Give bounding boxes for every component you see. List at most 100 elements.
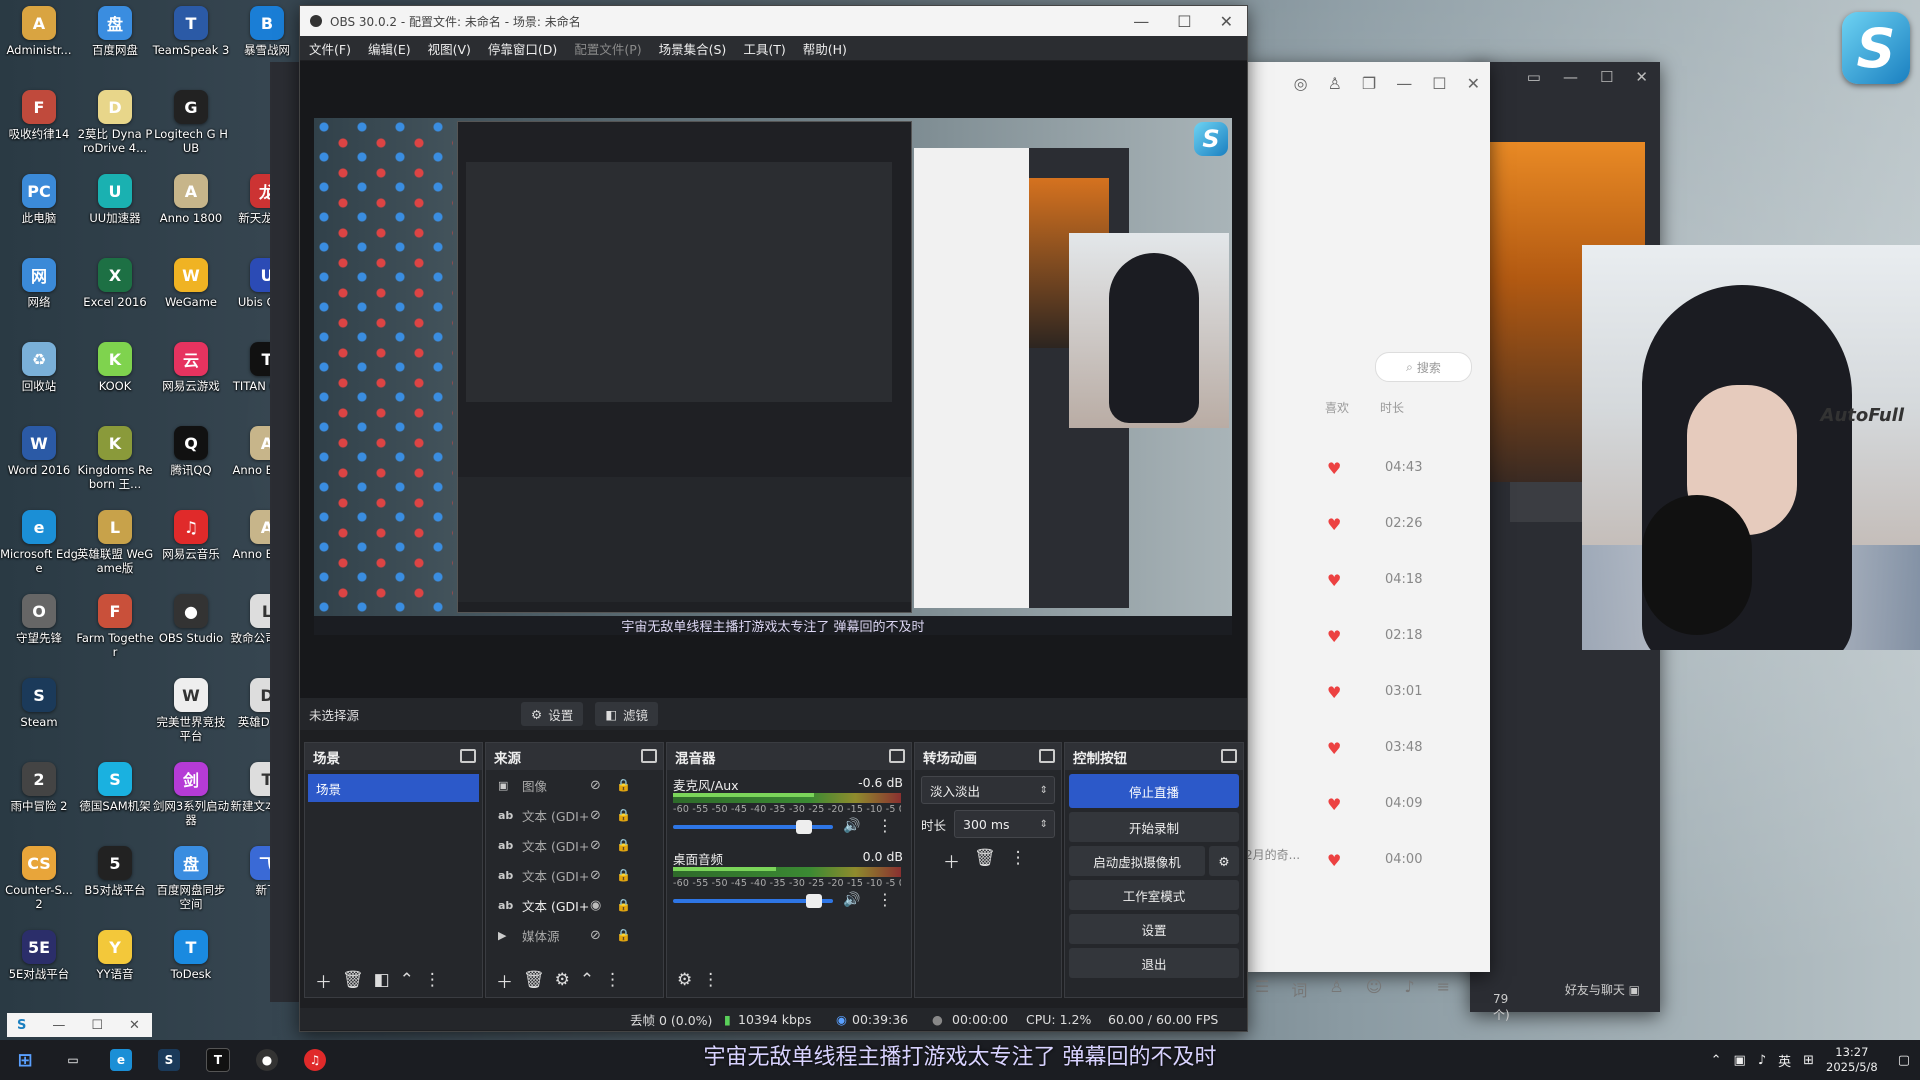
more-icon[interactable]: ⋮ bbox=[877, 816, 893, 835]
desktop-icon[interactable]: 5E 5E对战平台 bbox=[0, 930, 78, 981]
desktop-icon[interactable]: CS Counter-S... 2 bbox=[0, 846, 78, 911]
virtual-camera-button[interactable]: 启动虚拟摄像机 bbox=[1069, 846, 1205, 876]
source-filters-button[interactable]: ◧ 滤镜 bbox=[595, 702, 659, 726]
filter-icon[interactable]: ◧ bbox=[374, 970, 390, 990]
heart-icon[interactable]: ♥ bbox=[1327, 683, 1341, 702]
desktop-icon[interactable]: W 完美世界竞技平台 bbox=[152, 678, 230, 743]
desktop-icon[interactable]: A Anno 1800 bbox=[152, 174, 230, 225]
desktop-icon[interactable]: 剑剑网3系列启动器 bbox=[152, 762, 230, 827]
desktop-icon[interactable]: S 德国SAM机架 bbox=[76, 762, 154, 813]
start-record-button[interactable]: 开始录制 bbox=[1069, 812, 1239, 842]
desktop-icon[interactable]: W WeGame bbox=[152, 258, 230, 309]
speaker-icon[interactable]: 🔊 bbox=[843, 818, 860, 834]
slider-handle[interactable] bbox=[805, 894, 822, 908]
desktop-icon[interactable]: W Word 2016 bbox=[0, 426, 78, 477]
song-row[interactable]: ♥ 03:48 bbox=[1245, 725, 1445, 771]
menu-item[interactable]: 文件(F) bbox=[309, 39, 351, 58]
heart-icon[interactable]: ♥ bbox=[1327, 739, 1341, 758]
source-item[interactable]: ab 文本 (GDI+ ◉ 🔒 bbox=[486, 890, 663, 920]
eye-hidden-icon[interactable]: ⊘ bbox=[590, 778, 601, 793]
lock-icon[interactable]: 🔒 bbox=[616, 838, 631, 852]
source-item[interactable]: ab 文本 (GDI+ ⊘ 🔒 bbox=[486, 800, 663, 830]
desktop-icon[interactable]: A Administr... bbox=[0, 6, 78, 57]
add-icon[interactable]: ＋ bbox=[496, 968, 513, 993]
settings-button[interactable]: 设置 bbox=[1069, 914, 1239, 944]
popout-icon[interactable] bbox=[1221, 749, 1237, 763]
menu-item[interactable]: 编辑(E) bbox=[368, 39, 411, 58]
desktop-icon[interactable]: Y YY语音 bbox=[76, 930, 154, 981]
desktop-icon[interactable]: PC 此电脑 bbox=[0, 174, 78, 225]
task-view-icon[interactable]: ▭ bbox=[62, 1049, 84, 1071]
keyboard-icon[interactable]: ⊞ bbox=[1803, 1053, 1814, 1068]
eye-icon[interactable]: ◉ bbox=[590, 898, 601, 913]
desktop-icon[interactable]: D 2莫比 Dyna ProDrive 4... bbox=[76, 90, 154, 155]
music-search-input[interactable]: ⌕ 搜索 bbox=[1375, 352, 1472, 382]
lock-icon[interactable]: 🔒 bbox=[616, 898, 631, 912]
desktop-icon[interactable]: 网网络 bbox=[0, 258, 78, 309]
monitor-icon[interactable]: ▭ bbox=[1527, 68, 1541, 86]
song-title-fragment[interactable]: 2月的奇... bbox=[1245, 846, 1300, 863]
popout-icon[interactable] bbox=[1039, 749, 1055, 763]
desktop-icon[interactable]: 盘百度网盘同步空间 bbox=[152, 846, 230, 911]
maximize-icon[interactable]: ☐ bbox=[91, 1018, 103, 1033]
desktop-icon[interactable]: ♻ 回收站 bbox=[0, 342, 78, 393]
target-icon[interactable]: ◎ bbox=[1294, 74, 1308, 93]
add-icon[interactable]: ＋ bbox=[943, 848, 960, 873]
chevron-up-icon[interactable]: ⌃ bbox=[400, 970, 414, 990]
song-row[interactable]: ♥ 02:18 bbox=[1245, 613, 1445, 659]
shirt-icon[interactable]: ♙ bbox=[1329, 977, 1343, 1007]
gear-icon[interactable]: ⚙ bbox=[555, 970, 570, 990]
menu-item[interactable]: 场景集合(S) bbox=[659, 39, 727, 58]
desktop-icon[interactable]: 5 B5对战平台 bbox=[76, 846, 154, 897]
network-icon[interactable]: ▣ bbox=[1734, 1053, 1746, 1068]
menu-item[interactable]: 视图(V) bbox=[428, 39, 471, 58]
eye-hidden-icon[interactable]: ⊘ bbox=[590, 838, 601, 853]
more-icon[interactable]: ⋮ bbox=[702, 970, 719, 990]
speaker-icon[interactable]: 🔊 bbox=[843, 892, 860, 908]
desktop-icon[interactable]: X Excel 2016 bbox=[76, 258, 154, 309]
more-icon[interactable]: ⋮ bbox=[877, 890, 893, 909]
desktop-icon[interactable]: G Logitech G HUB bbox=[152, 90, 230, 155]
heart-icon[interactable]: ♥ bbox=[1327, 571, 1341, 590]
desktop-icon[interactable]: 盘百度网盘 bbox=[76, 6, 154, 57]
desktop-icon[interactable]: Q 腾讯QQ bbox=[152, 426, 230, 477]
close-icon[interactable]: ✕ bbox=[1635, 68, 1648, 86]
close-icon[interactable]: ✕ bbox=[1467, 74, 1480, 93]
trash-icon[interactable]: 🗑 bbox=[974, 848, 996, 873]
minimize-icon[interactable]: — bbox=[1563, 68, 1578, 86]
heart-icon[interactable]: ♥ bbox=[1327, 627, 1341, 646]
minimized-window-chip[interactable]: S — ☐ ✕ bbox=[7, 1013, 152, 1037]
song-row[interactable]: ♥ 04:18 bbox=[1245, 557, 1445, 603]
popout-icon[interactable] bbox=[889, 749, 905, 763]
more-icon[interactable]: ⋮ bbox=[1010, 848, 1027, 873]
popout-icon[interactable] bbox=[641, 749, 657, 763]
slider-handle[interactable] bbox=[796, 820, 813, 834]
comment-icon[interactable]: ☰ bbox=[1255, 977, 1269, 1007]
minimize-icon[interactable]: — bbox=[1133, 12, 1149, 31]
volume-slider[interactable] bbox=[673, 820, 833, 834]
heart-icon[interactable]: ♥ bbox=[1327, 851, 1341, 870]
lock-icon[interactable]: 🔒 bbox=[616, 928, 631, 942]
ime-indicator[interactable]: 英 bbox=[1778, 1051, 1791, 1070]
maximize-icon[interactable]: ☐ bbox=[1177, 12, 1191, 31]
desktop-icon[interactable]: F Farm Together bbox=[76, 594, 154, 659]
chevron-up-icon[interactable]: ⌃ bbox=[1711, 1053, 1722, 1068]
desktop-icon[interactable]: K KOOK bbox=[76, 342, 154, 393]
lock-icon[interactable]: 🔒 bbox=[616, 808, 631, 822]
lyrics-icon[interactable]: 词 bbox=[1291, 977, 1307, 1007]
source-item[interactable]: ▶ 媒体源 ⊘ 🔒 bbox=[486, 920, 663, 950]
eye-hidden-icon[interactable]: ⊘ bbox=[590, 808, 601, 823]
listen-together-icon[interactable]: ☺ bbox=[1366, 977, 1383, 1007]
edge-icon[interactable]: e bbox=[110, 1049, 132, 1071]
exit-button[interactable]: 退出 bbox=[1069, 948, 1239, 978]
song-row[interactable]: ♥ 03:01 bbox=[1245, 669, 1445, 715]
clock[interactable]: 13:27 2025/5/8 bbox=[1826, 1045, 1878, 1075]
virtual-camera-gear-icon[interactable]: ⚙ bbox=[1209, 846, 1239, 876]
desktop-icon[interactable]: 云网易云游戏 bbox=[152, 342, 230, 393]
song-row[interactable]: ♥ 04:43 bbox=[1245, 445, 1445, 491]
close-icon[interactable]: ✕ bbox=[129, 1018, 140, 1033]
desktop-icon[interactable]: ● OBS Studio bbox=[152, 594, 230, 645]
desktop-icon[interactable]: B 暴雪战网 bbox=[228, 6, 306, 57]
menu-item[interactable]: 停靠窗口(D) bbox=[488, 39, 557, 58]
desktop-icon[interactable]: T ToDesk bbox=[152, 930, 230, 981]
